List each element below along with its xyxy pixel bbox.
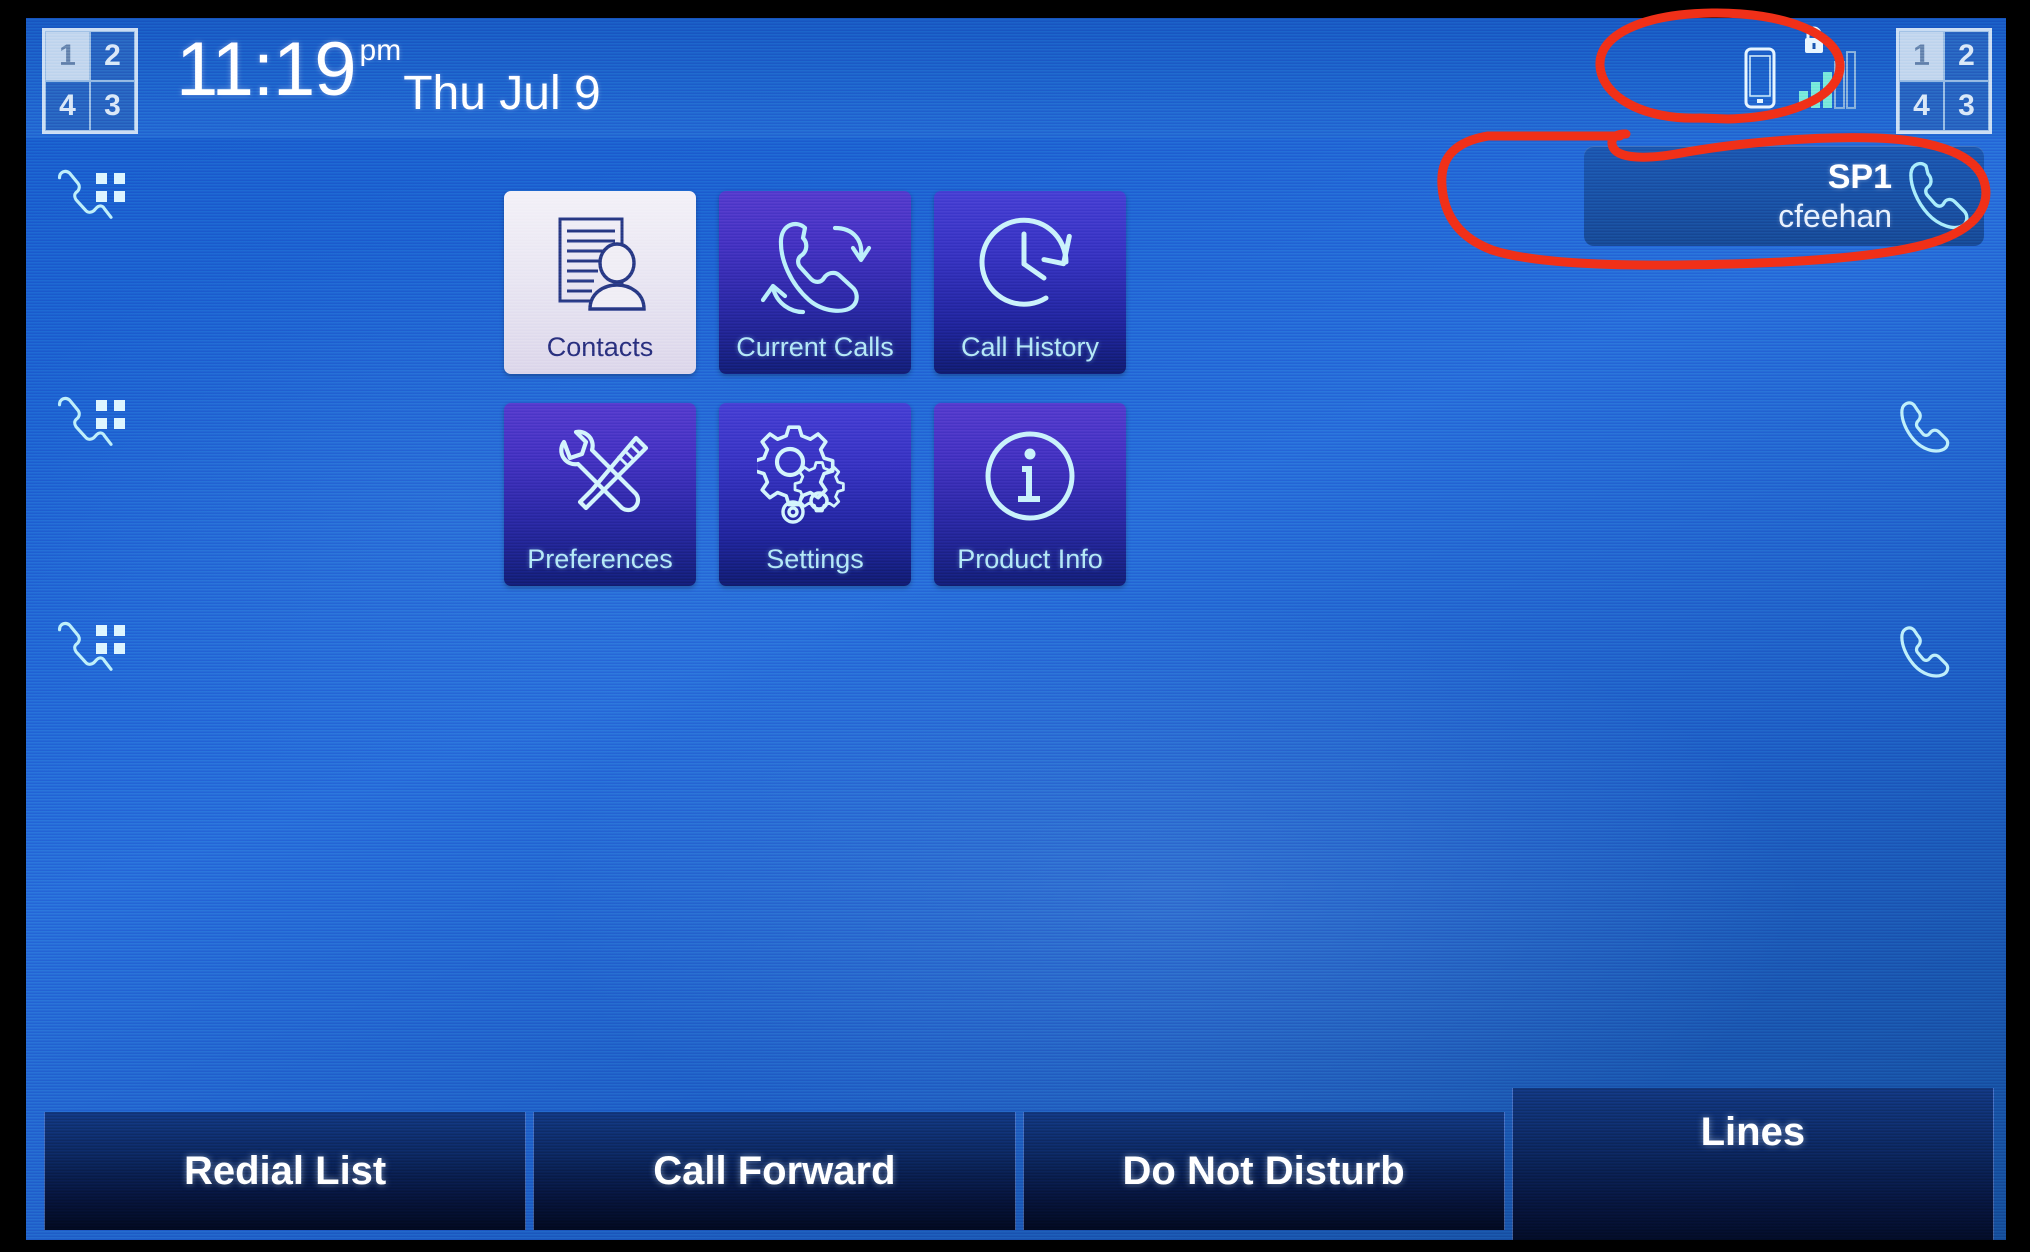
softkey-lines-label: Lines	[1700, 1110, 1806, 1154]
page-indicator-right[interactable]: 1 2 4 3	[1896, 28, 1992, 134]
contacts-card-icon	[504, 191, 696, 332]
wrench-tools-icon	[504, 403, 696, 544]
lock-icon	[1798, 26, 1856, 114]
line-label: SP1	[1827, 158, 1892, 196]
tile-preferences-label: Preferences	[527, 544, 673, 574]
home-menu-grid: Contacts Current Calls Call History Pref…	[504, 191, 1126, 586]
mobile-phone-icon	[1740, 47, 1780, 114]
softkey-call-forward[interactable]: Call Forward	[533, 1112, 1016, 1230]
page-indicator-cell-4: 4	[45, 81, 90, 131]
tile-settings[interactable]: Settings	[719, 403, 911, 586]
page-indicator-cell-1: 1	[45, 31, 90, 81]
clock-history-icon	[934, 191, 1126, 332]
active-call-icon	[719, 191, 911, 332]
info-circle-icon	[934, 403, 1126, 544]
clock-area: 11:19 pm Thu Jul 9	[176, 32, 601, 118]
tile-current-calls-label: Current Calls	[736, 332, 894, 362]
softkey-call-forward-label: Call Forward	[653, 1148, 896, 1193]
softkey-do-not-disturb[interactable]: Do Not Disturb	[1022, 1112, 1505, 1230]
tile-product-info[interactable]: Product Info	[934, 403, 1126, 586]
softkey-redial-list[interactable]: Redial List	[44, 1112, 527, 1230]
status-icon-group	[1740, 26, 1856, 114]
page-indicator-cell-3: 3	[90, 81, 135, 131]
tile-call-history[interactable]: Call History	[934, 191, 1126, 374]
tile-contacts-label: Contacts	[546, 332, 654, 362]
page-indicator-right-cell-2: 2	[1944, 31, 1989, 81]
line-key-2[interactable]	[56, 393, 136, 457]
line-user: cfeehan	[1778, 198, 1892, 234]
phone-screen-photo: 1 2 4 3 11:19 pm Thu Jul 9 1 2 4 3 SP1 c…	[0, 0, 2030, 1252]
tile-preferences[interactable]: Preferences	[504, 403, 696, 586]
line-key-3[interactable]	[56, 618, 136, 682]
line-registration-panel[interactable]: SP1 cfeehan	[1584, 146, 1984, 246]
clock-time: 11:19	[176, 27, 357, 112]
page-indicator-right-cell-3: 3	[1944, 81, 1989, 131]
tile-product-info-label: Product Info	[957, 544, 1103, 574]
page-indicator-right-cell-4: 4	[1899, 81, 1944, 131]
status-header: 1 2 4 3 11:19 pm Thu Jul 9 1 2 4 3	[26, 18, 2006, 138]
page-indicator-cell-2: 2	[90, 31, 135, 81]
handset-icon	[1906, 158, 1970, 235]
clock-ampm: pm	[359, 34, 402, 67]
tile-call-history-label: Call History	[960, 332, 1100, 362]
gears-icon	[719, 403, 911, 544]
line-key-5[interactable]	[1892, 393, 1972, 457]
clock-date: Thu Jul 9	[403, 67, 601, 120]
line-key-6[interactable]	[1892, 618, 1972, 682]
page-indicator-right-cell-1: 1	[1899, 31, 1944, 81]
tile-settings-label: Settings	[766, 544, 864, 574]
page-indicator-left[interactable]: 1 2 4 3	[42, 28, 138, 134]
lcd-panel: 1 2 4 3 11:19 pm Thu Jul 9 1 2 4 3 SP1 c…	[26, 18, 2006, 1240]
softkey-do-not-disturb-label: Do Not Disturb	[1122, 1148, 1405, 1193]
softkey-redial-list-label: Redial List	[183, 1148, 387, 1193]
softkey-bar: Redial List Call Forward Do Not Disturb …	[44, 1088, 1994, 1240]
line-key-1[interactable]	[56, 166, 136, 230]
tile-current-calls[interactable]: Current Calls	[719, 191, 911, 374]
softkey-lines[interactable]: Lines	[1511, 1088, 1994, 1240]
tile-contacts[interactable]: Contacts	[504, 191, 696, 374]
line-registration-text: SP1 cfeehan	[1778, 157, 1892, 235]
